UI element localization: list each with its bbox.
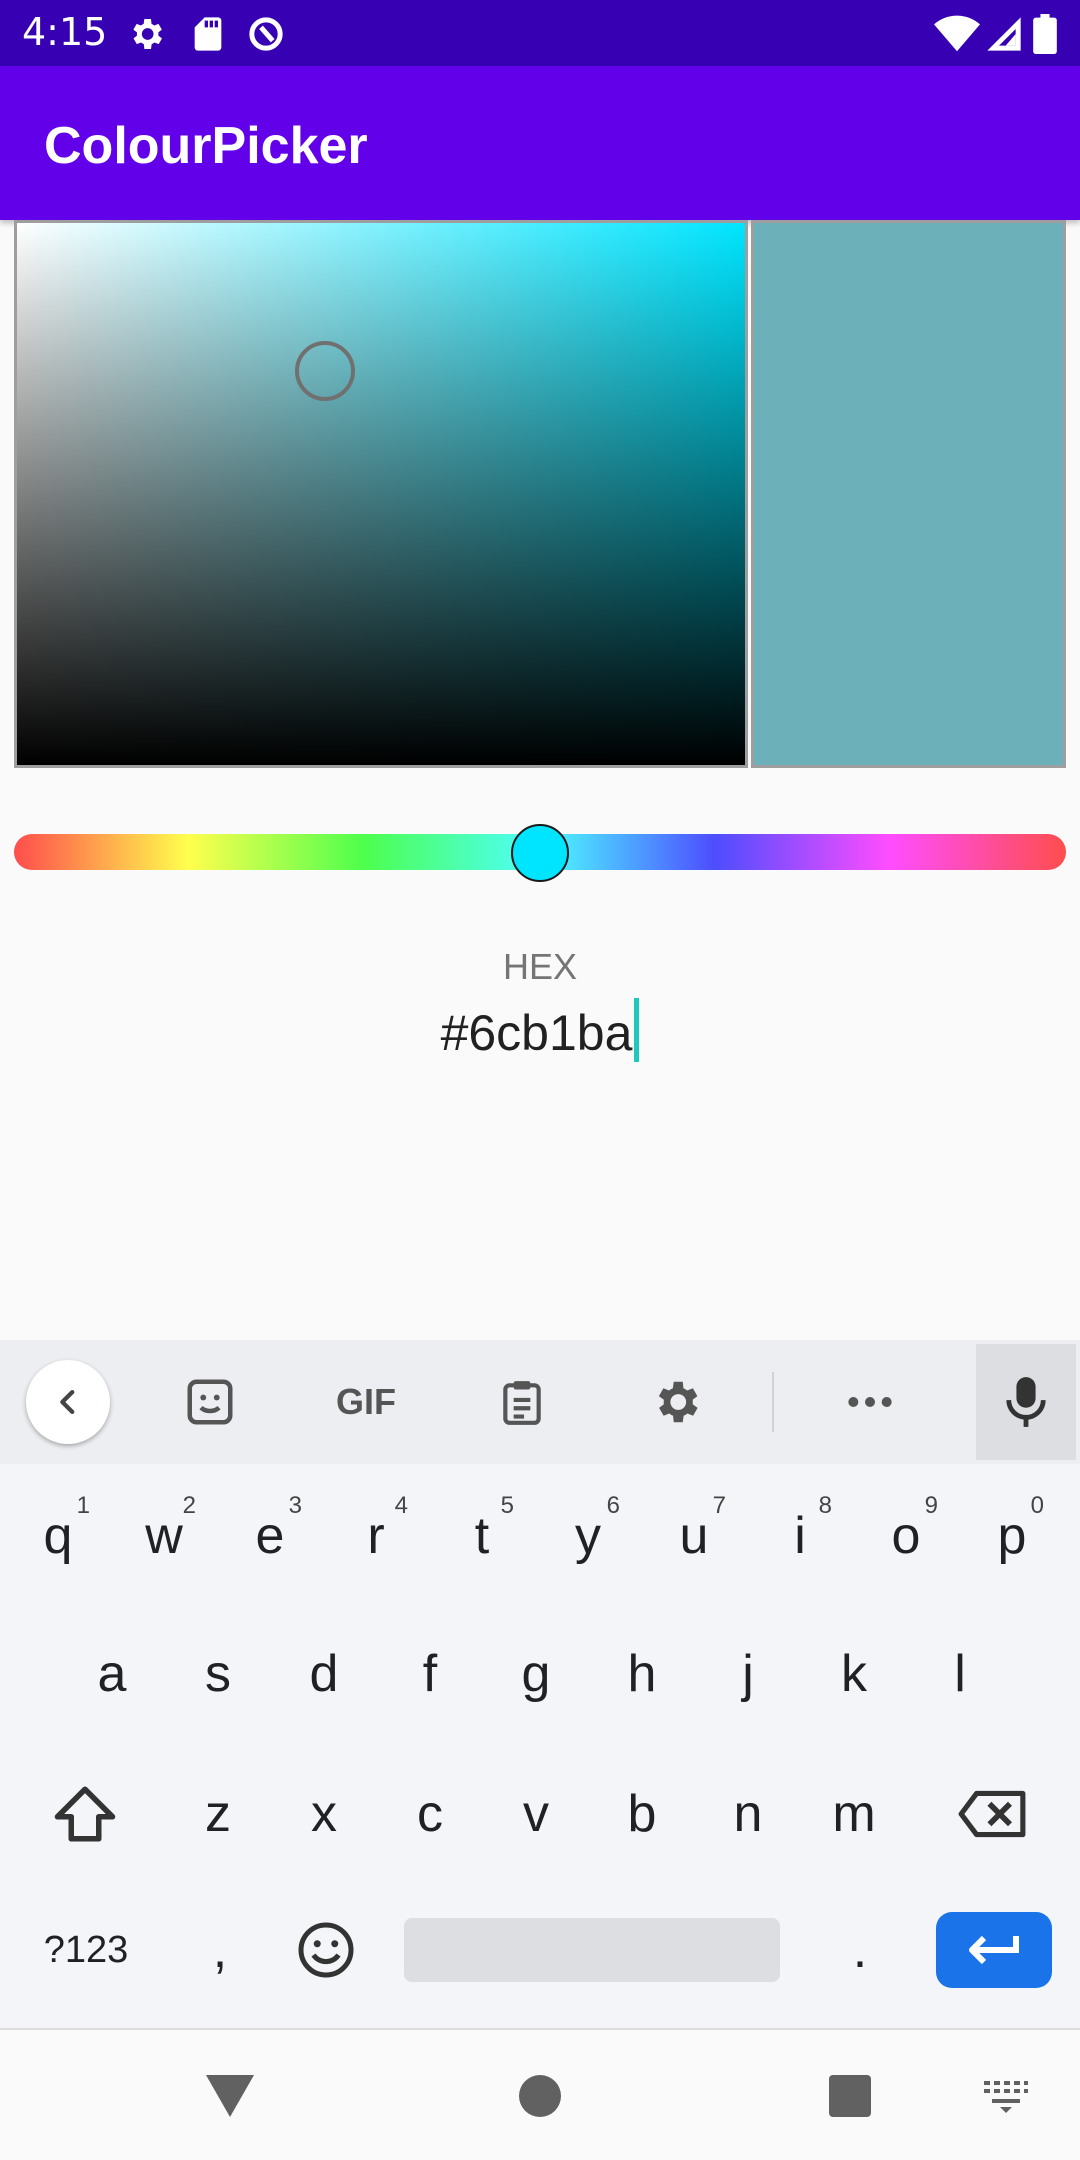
recents-square-icon[interactable] — [814, 2060, 886, 2132]
saturation-value-picker[interactable] — [14, 220, 748, 768]
key-c[interactable]: c — [380, 1754, 480, 1874]
back-triangle-icon[interactable] — [194, 2060, 266, 2132]
navigation-bar — [0, 2028, 1080, 2160]
app-title: ColourPicker — [44, 117, 368, 175]
signal-icon — [984, 14, 1024, 54]
space-bar[interactable] — [404, 1918, 780, 1982]
more-icon[interactable] — [830, 1340, 910, 1464]
sticker-icon[interactable] — [170, 1340, 250, 1464]
colour-preview — [751, 220, 1066, 768]
enter-key[interactable] — [936, 1912, 1052, 1988]
key-z[interactable]: z — [168, 1754, 268, 1874]
settings-icon[interactable] — [636, 1340, 716, 1464]
hex-label: HEX — [502, 946, 578, 987]
settings-icon — [126, 14, 166, 54]
key-d[interactable]: d — [274, 1614, 374, 1734]
key-e[interactable]: e3 — [220, 1476, 320, 1596]
status-bar: 4:15 — [0, 0, 1080, 66]
key-t[interactable]: t5 — [432, 1476, 532, 1596]
emoji-icon[interactable] — [276, 1890, 376, 2010]
key-i[interactable]: i8 — [750, 1476, 850, 1596]
keyboard-toolbar: GIF — [0, 1340, 1080, 1464]
clipboard-icon[interactable] — [482, 1340, 562, 1464]
text-cursor — [634, 998, 640, 1062]
hex-value: #6cb1ba — [440, 1005, 633, 1061]
key-period[interactable]: . — [810, 1890, 910, 2010]
key-u[interactable]: u7 — [644, 1476, 744, 1596]
key-x[interactable]: x — [274, 1754, 374, 1874]
key-g[interactable]: g — [486, 1614, 586, 1734]
key-s[interactable]: s — [168, 1614, 268, 1734]
key-k[interactable]: k — [804, 1614, 904, 1734]
key-r[interactable]: r4 — [326, 1476, 426, 1596]
key-m[interactable]: m — [804, 1754, 904, 1874]
back-icon[interactable] — [26, 1340, 110, 1464]
key-o[interactable]: o9 — [856, 1476, 956, 1596]
key-p[interactable]: p0 — [962, 1476, 1062, 1596]
key-h[interactable]: h — [592, 1614, 692, 1734]
soft-keyboard: GIF q1 w2 e3 r4 t5 y6 u7 i8 o9 p0 a s d … — [0, 1340, 1080, 2028]
mic-icon[interactable] — [976, 1340, 1076, 1464]
key-q[interactable]: q1 — [8, 1476, 108, 1596]
key-j[interactable]: j — [698, 1614, 798, 1734]
key-symbols[interactable]: ?123 — [16, 1890, 156, 2010]
hex-input[interactable]: #6cb1ba — [0, 998, 1080, 1062]
shift-icon[interactable] — [30, 1754, 140, 1874]
picker-cursor[interactable] — [295, 341, 355, 401]
home-circle-icon[interactable] — [504, 2060, 576, 2132]
gif-icon[interactable]: GIF — [316, 1340, 416, 1464]
key-w[interactable]: w2 — [114, 1476, 214, 1596]
key-b[interactable]: b — [592, 1754, 692, 1874]
black-gradient-layer — [17, 223, 745, 765]
key-n[interactable]: n — [698, 1754, 798, 1874]
key-f[interactable]: f — [380, 1614, 480, 1734]
app-bar: ColourPicker — [0, 66, 1080, 220]
key-y[interactable]: y6 — [538, 1476, 638, 1596]
enter-icon — [969, 1935, 1019, 1965]
sd-card-icon — [188, 14, 228, 54]
backspace-icon[interactable] — [936, 1754, 1048, 1874]
toolbar-divider — [772, 1372, 774, 1432]
data-saver-icon — [246, 14, 286, 54]
hue-slider-thumb[interactable] — [511, 824, 569, 882]
key-v[interactable]: v — [486, 1754, 586, 1874]
key-l[interactable]: l — [910, 1614, 1010, 1734]
key-a[interactable]: a — [62, 1614, 162, 1734]
keyboard-switch-icon[interactable] — [970, 2060, 1042, 2132]
status-time: 4:15 — [22, 10, 108, 54]
key-comma[interactable]: , — [170, 1890, 270, 2010]
wifi-icon — [934, 14, 980, 54]
battery-icon — [1032, 14, 1058, 54]
